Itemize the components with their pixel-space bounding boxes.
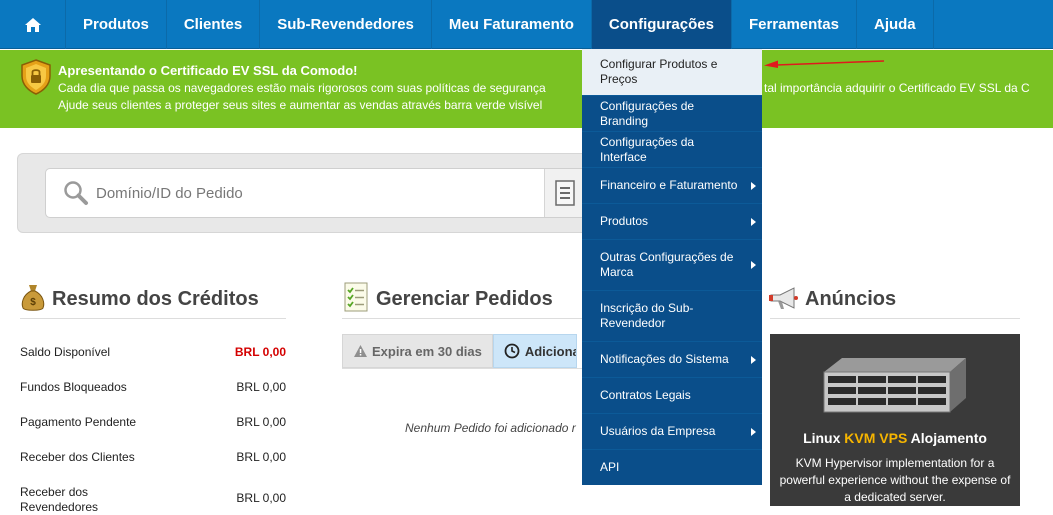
ad-title-post: Alojamento (907, 430, 987, 446)
credit-label: Receber dos Clientes (20, 450, 135, 464)
nav-clientes[interactable]: Clientes (167, 0, 261, 49)
tab-added-label: Adicionados (524, 343, 576, 359)
nav-home[interactable] (0, 0, 66, 49)
ev-ssl-banner: Apresentando o Certificado EV SSL da Com… (0, 50, 1053, 128)
credit-row-pendente: Pagamento Pendente BRL 0,00 (20, 415, 286, 429)
svg-text:$: $ (30, 297, 36, 308)
credits-title: Resumo dos Créditos (52, 288, 259, 310)
menu-item-branding[interactable]: Configurações de Branding (582, 96, 762, 132)
vps-advertisement[interactable]: Linux KVM VPS Alojamento KVM Hypervisor … (770, 334, 1020, 506)
menu-item-label: Notificações do Sistema (600, 352, 729, 366)
credit-label: Pagamento Pendente (20, 415, 137, 429)
credits-divider (20, 318, 286, 319)
tab-expiring-label: Expira em 30 dias (372, 343, 482, 359)
credit-row-saldo: Saldo Disponível BRL 0,00 (20, 345, 286, 359)
credit-row-revendedores: Receber dos Revendedores BRL 0,00 (20, 485, 286, 515)
banner-line-1-continued: tal importância adquirir o Certificado E… (764, 81, 1030, 95)
menu-item-label: Inscrição do Sub-Revendedor (600, 301, 694, 330)
orders-divider (342, 318, 582, 319)
credit-value: BRL 0,00 (236, 491, 286, 505)
search-panel (17, 153, 606, 233)
menu-item-outras-configuracoes[interactable]: Outras Configurações de Marca (582, 240, 762, 291)
megaphone-icon (769, 287, 798, 309)
ad-title-pre: Linux (803, 430, 845, 446)
annotation-arrow-icon (764, 60, 885, 68)
ad-description: KVM Hypervisor implementation for a powe… (779, 456, 1011, 504)
checklist-icon (555, 180, 575, 206)
announcements-divider (770, 318, 1020, 319)
menu-item-notificacoes[interactable]: Notificações do Sistema (582, 342, 762, 378)
tab-expiring[interactable]: Expira em 30 dias (342, 334, 493, 368)
chevron-right-icon (751, 217, 756, 226)
ad-title-highlight: KVM VPS (844, 430, 908, 446)
menu-item-label: Configurações da Interface (600, 134, 695, 164)
chevron-right-icon (751, 355, 756, 364)
menu-item-label: Configurar Produtos e Preços (600, 57, 718, 86)
credit-value: BRL 0,00 (236, 380, 286, 394)
nav-sub-revendedores[interactable]: Sub-Revendedores (260, 0, 432, 49)
nav-ferramentas[interactable]: Ferramentas (732, 0, 857, 49)
menu-item-label: Outras Configurações de Marca (600, 250, 734, 279)
nav-produtos[interactable]: Produtos (66, 0, 167, 49)
menu-item-label: Configurações de Branding (600, 98, 695, 128)
checklist-icon (344, 282, 368, 312)
menu-item-inscricao-sub-revendedor[interactable]: Inscrição do Sub-Revendedor (582, 291, 762, 342)
menu-item-label: Contratos Legais (600, 388, 691, 402)
orders-tabs: Expira em 30 dias Adicionados (342, 334, 577, 368)
configuracoes-dropdown: Configurar Produtos e Preços Configuraçõ… (582, 49, 762, 485)
banner-title: Apresentando o Certificado EV SSL da Com… (58, 63, 358, 78)
banner-line-2: Ajude seus clientes a proteger seus site… (58, 98, 543, 112)
menu-item-label: Financeiro e Faturamento (600, 178, 738, 192)
orders-empty-message: Nenhum Pedido foi adicionado r (405, 421, 576, 435)
menu-item-label: Produtos (600, 214, 649, 228)
menu-item-contratos-legais[interactable]: Contratos Legais (582, 378, 762, 414)
nav-meu-faturamento[interactable]: Meu Faturamento (432, 0, 592, 49)
top-navigation: Produtos Clientes Sub-Revendedores Meu F… (0, 0, 1053, 49)
clock-icon (504, 343, 520, 359)
server-icon (823, 358, 966, 413)
chevron-right-icon (751, 261, 756, 269)
announcements-title: Anúncios (805, 288, 897, 310)
chevron-right-icon (751, 427, 756, 436)
search-icon (64, 181, 88, 205)
search-box (45, 168, 606, 218)
menu-item-configurar-produtos[interactable]: Configurar Produtos e Preços (582, 49, 762, 96)
tabs-divider (342, 368, 582, 369)
chevron-right-icon (751, 181, 756, 190)
nav-ajuda[interactable]: Ajuda (857, 0, 934, 49)
banner-line-1: Cada dia que passa os navegadores estão … (58, 81, 546, 95)
search-input[interactable] (96, 169, 536, 217)
menu-item-api[interactable]: API (582, 450, 762, 485)
menu-item-usuarios-empresa[interactable]: Usuários da Empresa (582, 414, 762, 450)
credit-row-clientes: Receber dos Clientes BRL 0,00 (20, 450, 286, 464)
nav-configuracoes[interactable]: Configurações (591, 0, 732, 49)
credit-value: BRL 0,00 (236, 415, 286, 429)
menu-item-label: Usuários da Empresa (600, 424, 716, 438)
home-icon (24, 17, 41, 32)
menu-item-produtos[interactable]: Produtos (582, 204, 762, 240)
menu-item-label: API (600, 460, 620, 474)
credit-label: Fundos Bloqueados (20, 380, 127, 394)
credit-row-fundos: Fundos Bloqueados BRL 0,00 (20, 380, 286, 394)
tab-added[interactable]: Adicionados (492, 334, 577, 368)
warning-icon (354, 345, 367, 357)
ad-title: Linux KVM VPS Alojamento (770, 430, 1020, 446)
menu-item-financeiro[interactable]: Financeiro e Faturamento (582, 168, 762, 204)
credit-value: BRL 0,00 (234, 345, 286, 359)
credit-value: BRL 0,00 (236, 450, 286, 464)
shield-icon (21, 59, 51, 95)
money-bag-icon: $ (21, 285, 45, 311)
credit-label: Receber dos Revendedores (20, 485, 99, 514)
menu-item-interface[interactable]: Configurações da Interface (582, 132, 762, 168)
credit-label: Saldo Disponível (20, 345, 111, 359)
orders-title: Gerenciar Pedidos (376, 288, 553, 310)
